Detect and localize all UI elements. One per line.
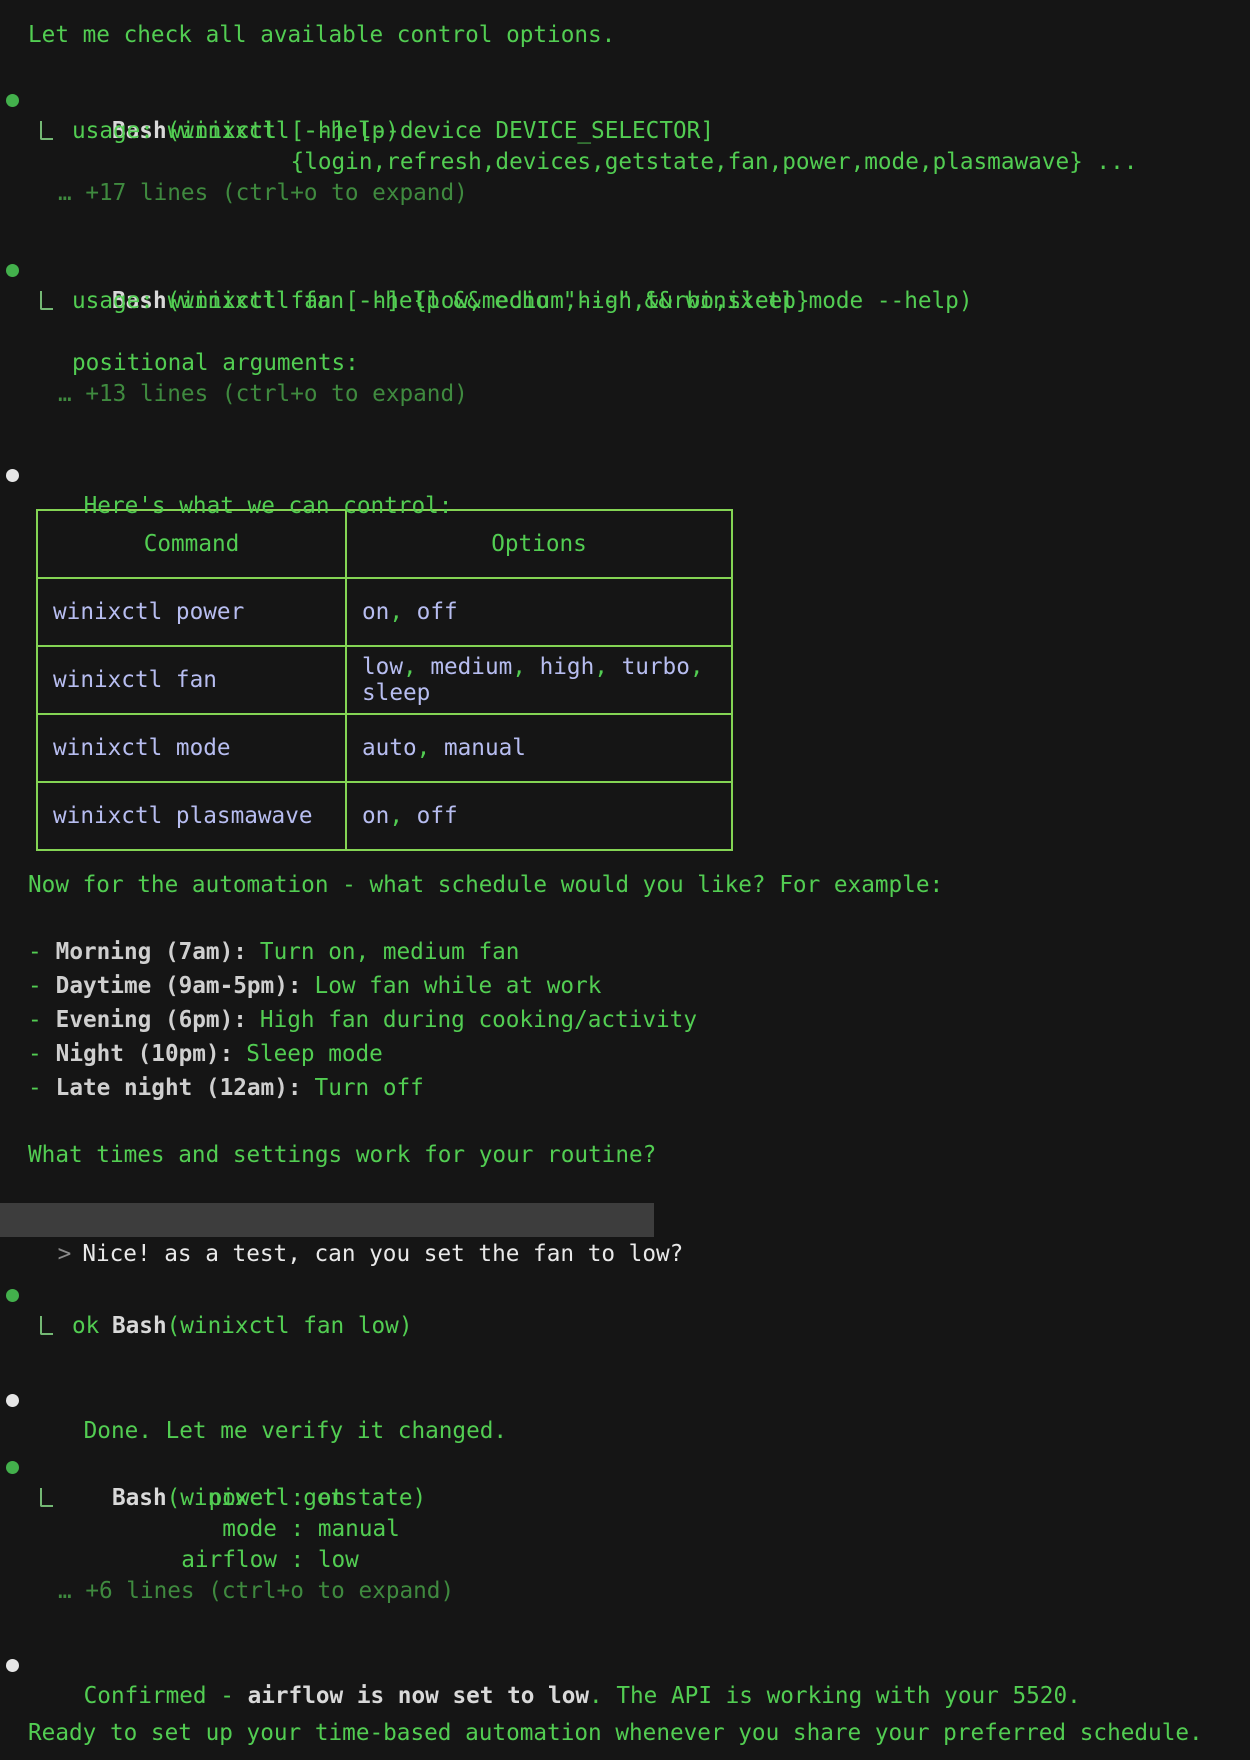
- tool-output-line: usage: winixctl [-h] [--device DEVICE_SE…: [0, 116, 1250, 147]
- tool-output-line: positional arguments:: [0, 348, 1250, 379]
- control-table-row: winixctl plasmawaveon, off: [37, 782, 732, 850]
- command-cell: winixctl plasmawave: [37, 782, 346, 850]
- message-bullet-icon: [6, 1659, 19, 1672]
- options-cell: auto, manual: [346, 714, 732, 782]
- options-cell: low, medium, high, turbo, sleep: [346, 646, 732, 714]
- message-bullet-icon: [6, 469, 19, 482]
- tool-output-line: {login,refresh,devices,getstate,fan,powe…: [0, 147, 1250, 178]
- output-elbow-icon: [40, 1316, 53, 1335]
- tool-output-line: [0, 317, 1250, 348]
- tool-output-line: airflow : low: [0, 1545, 1250, 1576]
- tool-bullet-icon: [6, 1289, 19, 1302]
- expand-output-control[interactable]: … +6 lines (ctrl+o to expand): [0, 1576, 1250, 1607]
- tool-output-line: power : on: [0, 1483, 1250, 1514]
- schedule-example-list: -Morning (7am):Turn on, medium fan-Dayti…: [0, 935, 1250, 1105]
- terminal: Let me check all available control optio…: [0, 0, 1250, 1749]
- tool-bullet-icon: [6, 1461, 19, 1474]
- assistant-message: Here's what we can control:: [0, 460, 1250, 491]
- done-text: Done. Let me verify it changed.: [84, 1418, 507, 1444]
- tool-call-winixctl-help: Bash(winixctl --help) usage: winixctl [-…: [0, 85, 1250, 209]
- message-bullet-icon: [6, 1394, 19, 1407]
- control-table-row: winixctl modeauto, manual: [37, 714, 732, 782]
- control-table-body: winixctl poweron, offwinixctl fanlow, me…: [37, 578, 732, 850]
- expand-output-control[interactable]: … +17 lines (ctrl+o to expand): [0, 178, 1250, 209]
- tool-call-getstate: Bash(winixctl getstate) power : on mode …: [0, 1452, 1250, 1607]
- expand-output-control[interactable]: … +13 lines (ctrl+o to expand): [0, 379, 1250, 410]
- user-message-bar: >Nice! as a test, can you set the fan to…: [0, 1203, 654, 1237]
- tool-bullet-icon: [6, 264, 19, 277]
- confirmed-prefix-text: Confirmed -: [84, 1683, 248, 1709]
- output-elbow-icon: [40, 121, 53, 140]
- tool-output-line: mode : manual: [0, 1514, 1250, 1545]
- routine-question-text: What times and settings work for your ro…: [0, 1140, 1250, 1171]
- schedule-item: -Night (10pm):Sleep mode: [0, 1037, 1250, 1071]
- ready-text: Ready to set up your time-based automati…: [0, 1718, 1250, 1749]
- automation-prompt-text: Now for the automation - what schedule w…: [0, 870, 1250, 901]
- assistant-message-confirmed: Confirmed - airflow is now set to low. T…: [0, 1650, 1250, 1681]
- user-message-text: Nice! as a test, can you set the fan to …: [82, 1241, 683, 1267]
- control-table-row: winixctl poweron, off: [37, 578, 732, 646]
- tool-output-line: ok: [0, 1311, 1250, 1342]
- options-cell: on, off: [346, 578, 732, 646]
- command-cell: winixctl power: [37, 578, 346, 646]
- confirmed-highlight-text: airflow is now set to low: [248, 1683, 589, 1709]
- schedule-item: -Evening (6pm):High fan during cooking/a…: [0, 1003, 1250, 1037]
- tool-bullet-icon: [6, 94, 19, 107]
- schedule-item: -Daytime (9am-5pm):Low fan while at work: [0, 969, 1250, 1003]
- tool-call-fan-mode-help: Bash(winixctl fan --help && echo "---" &…: [0, 255, 1250, 410]
- control-options-table: Command Options winixctl poweron, offwin…: [36, 509, 733, 851]
- output-elbow-icon: [40, 1488, 53, 1507]
- schedule-item: -Morning (7am):Turn on, medium fan: [0, 935, 1250, 969]
- options-cell: on, off: [346, 782, 732, 850]
- command-cell: winixctl mode: [37, 714, 346, 782]
- schedule-item: -Late night (12am):Turn off: [0, 1071, 1250, 1105]
- tool-call-fan-low: Bash(winixctl fan low) ok: [0, 1280, 1250, 1342]
- assistant-intro-text: Let me check all available control optio…: [0, 20, 1250, 51]
- tool-output-line: usage: winixctl fan [-h] {low,medium,hig…: [0, 286, 1250, 317]
- control-table-row: winixctl fanlow, medium, high, turbo, sl…: [37, 646, 732, 714]
- prompt-chevron-icon: >: [58, 1241, 72, 1267]
- confirmed-suffix-text: . The API is working with your 5520.: [589, 1683, 1081, 1709]
- output-elbow-icon: [40, 291, 53, 310]
- assistant-message: Done. Let me verify it changed.: [0, 1385, 1250, 1416]
- control-intro-text: Here's what we can control:: [84, 493, 453, 519]
- command-cell: winixctl fan: [37, 646, 346, 714]
